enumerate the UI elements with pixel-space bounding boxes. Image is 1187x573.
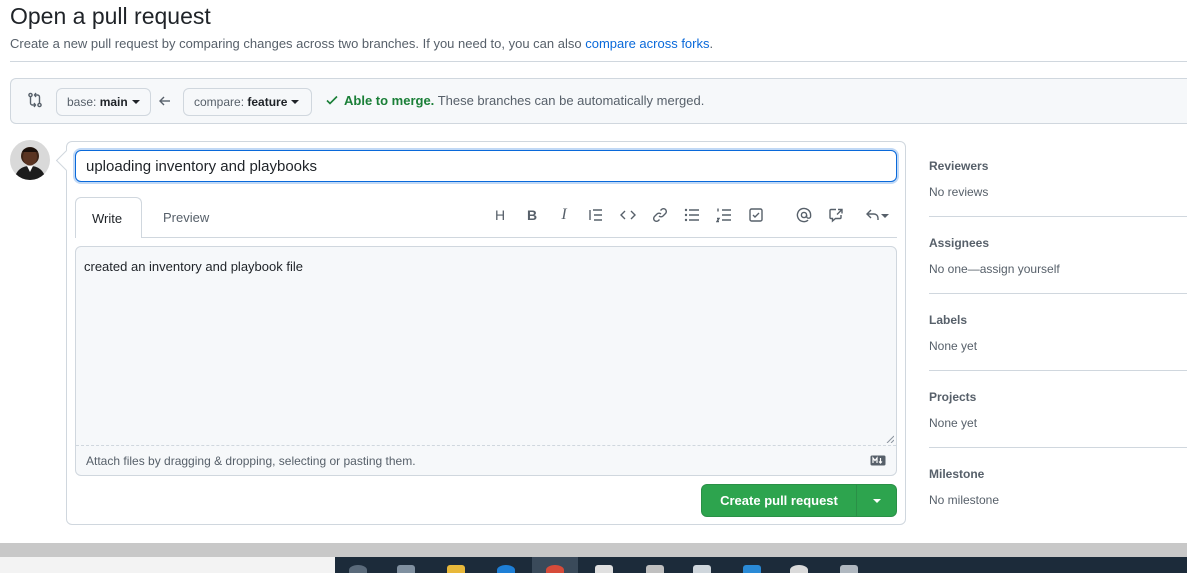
italic-icon[interactable]: I [554, 205, 574, 225]
chevron-down-icon [131, 99, 140, 104]
chevron-down-icon [291, 99, 300, 104]
base-branch-select[interactable]: base: main [56, 88, 151, 116]
page-title: Open a pull request [10, 3, 211, 29]
merge-message: These branches can be automatically merg… [437, 93, 705, 108]
git-compare-icon [28, 92, 42, 108]
sidebar-reviewers[interactable]: Reviewers No reviews [929, 140, 1187, 217]
resize-handle-icon[interactable] [886, 435, 894, 443]
taskbar-app-icon[interactable] [840, 565, 858, 573]
pr-sidebar: Reviewers No reviews Assignees No one—as… [929, 140, 1187, 525]
markdown-icon[interactable] [870, 455, 886, 466]
taskbar-vscode-icon[interactable] [743, 565, 761, 573]
compare-branch-select[interactable]: compare: feature [183, 88, 312, 116]
taskbar-app-icon[interactable] [646, 565, 664, 573]
os-taskbar [335, 557, 1187, 573]
sidebar-value[interactable]: No one—assign yourself [929, 262, 1060, 276]
taskbar-search-area [0, 557, 335, 573]
quote-icon[interactable] [586, 205, 606, 225]
compare-branch-name: feature [247, 95, 288, 109]
sidebar-milestone[interactable]: Milestone No milestone [929, 448, 1187, 525]
pull-request-form: Write Preview H B I created an inventory… [66, 141, 906, 525]
pr-body-editor[interactable]: created an inventory and playbook file A… [75, 246, 897, 476]
link-icon[interactable] [650, 205, 670, 225]
unordered-list-icon[interactable] [682, 205, 702, 225]
taskbar-terminal-icon[interactable] [693, 565, 711, 573]
bold-icon[interactable]: B [522, 205, 542, 225]
taskbar-app-icon[interactable] [349, 565, 367, 573]
pr-title-input[interactable] [75, 150, 897, 182]
avatar[interactable] [10, 140, 50, 180]
taskbar-app-icon[interactable] [790, 565, 808, 573]
branch-range-bar: base: main compare: feature Able to merg… [10, 78, 1187, 124]
taskbar-browser-icon[interactable] [497, 565, 515, 573]
browser-scroll-edge [0, 543, 1187, 557]
sidebar-heading[interactable]: Reviewers [929, 159, 988, 173]
compare-prefix: compare: [194, 95, 245, 109]
subtitle-text: Create a new pull request by comparing c… [10, 36, 582, 51]
heading-icon[interactable]: H [490, 205, 510, 225]
reply-icon[interactable] [862, 205, 892, 225]
sidebar-heading[interactable]: Milestone [929, 467, 984, 481]
create-pull-request-button[interactable]: Create pull request [701, 484, 897, 517]
sidebar-value: No milestone [929, 493, 1000, 507]
sidebar-labels[interactable]: Labels None yet [929, 294, 1187, 371]
page-subtitle: Create a new pull request by comparing c… [10, 36, 713, 51]
create-pull-request-label: Create pull request [720, 493, 838, 508]
pull-request-page: Open a pull request Create a new pull re… [0, 0, 1187, 573]
tab-divider [75, 237, 897, 238]
pr-body-text[interactable]: created an inventory and playbook file [84, 259, 303, 274]
chevron-down-icon [881, 214, 889, 218]
sidebar-assignees[interactable]: Assignees No one—assign yourself [929, 217, 1187, 294]
taskbar-chrome-icon[interactable] [546, 565, 564, 573]
base-branch-name: main [99, 95, 128, 109]
check-icon [326, 95, 338, 105]
taskbar-folder-icon[interactable] [447, 565, 465, 573]
arrow-left-icon [159, 96, 170, 106]
sidebar-value: None yet [929, 339, 978, 353]
merge-ok-label: Able to merge. [344, 93, 435, 108]
attach-files-text: Attach files by dragging & dropping, sel… [86, 454, 416, 468]
tab-preview[interactable]: Preview [147, 197, 227, 238]
sidebar-heading[interactable]: Assignees [929, 236, 989, 250]
sidebar-heading[interactable]: Labels [929, 313, 967, 327]
task-list-icon[interactable] [746, 205, 766, 225]
code-icon[interactable] [618, 205, 638, 225]
base-prefix: base: [67, 95, 97, 109]
ordered-list-icon[interactable] [714, 205, 734, 225]
merge-status: Able to merge. These branches can be aut… [325, 93, 704, 108]
subtitle-end: . [709, 36, 714, 51]
create-options-dropdown[interactable] [857, 485, 897, 516]
taskbar-app-icon[interactable] [595, 565, 613, 573]
sidebar-heading[interactable]: Projects [929, 390, 976, 404]
cross-reference-icon[interactable] [826, 205, 846, 225]
sidebar-projects[interactable]: Projects None yet [929, 371, 1187, 448]
compare-across-forks-link[interactable]: compare across forks [585, 36, 709, 51]
sidebar-value: None yet [929, 416, 978, 430]
mention-icon[interactable] [794, 205, 814, 225]
sidebar-value: No reviews [929, 185, 989, 199]
tab-write[interactable]: Write [75, 197, 142, 238]
divider [10, 61, 1187, 62]
taskbar-app-icon[interactable] [397, 565, 415, 573]
attach-files-bar[interactable]: Attach files by dragging & dropping, sel… [76, 445, 896, 475]
